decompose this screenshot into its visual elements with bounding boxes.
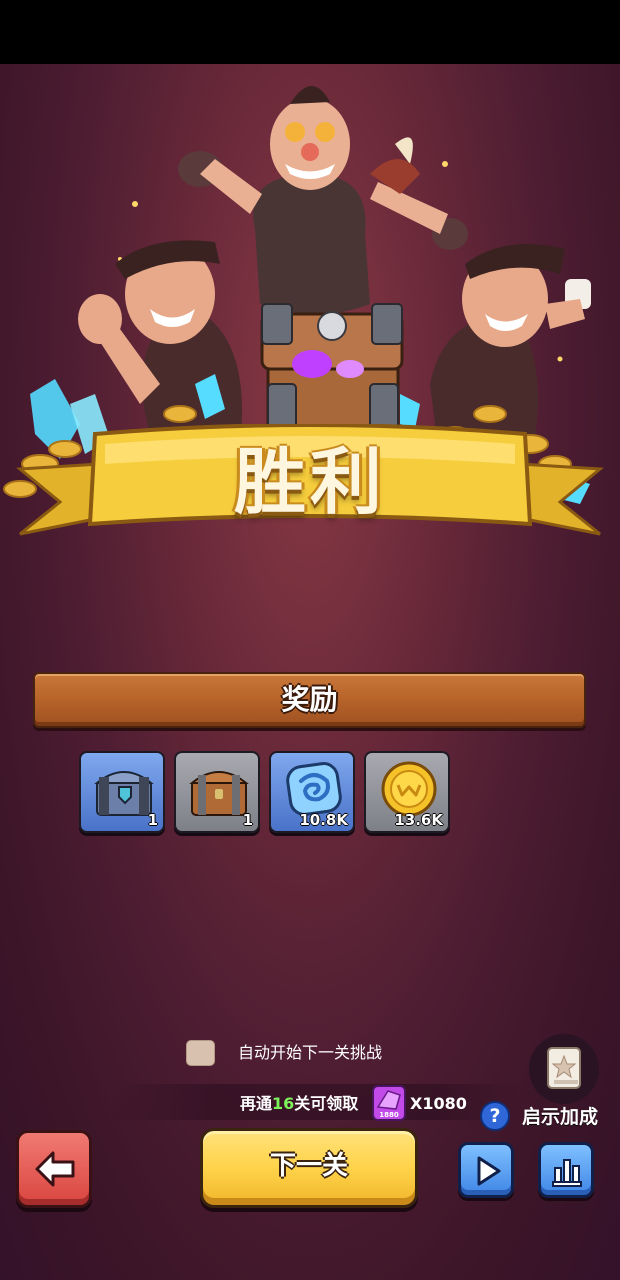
reward-item-wooden-chest[interactable]: 1 xyxy=(174,751,260,833)
progress-reward-text: 再通16关可领取 xyxy=(240,1091,358,1117)
replay-button[interactable] xyxy=(458,1142,514,1198)
stats-button[interactable] xyxy=(538,1142,594,1198)
help-icon[interactable]: ? xyxy=(480,1101,510,1131)
next-level-button[interactable]: 下一关 xyxy=(200,1128,418,1208)
treasure-chest xyxy=(260,303,404,436)
caveman-left xyxy=(78,240,242,444)
reward-list: 1 1 10.8K 13.6K xyxy=(79,751,459,833)
victory-screen: 胜利 奖励 1 1 10.8K 13.6K 自动开始下一关挑战 再通16关可领取… xyxy=(0,64,620,1280)
reward-count: 1 xyxy=(242,811,253,829)
reward-item-iron-chest[interactable]: 1 xyxy=(79,751,165,833)
victory-title: 胜利 xyxy=(233,440,386,524)
auto-start-checkbox[interactable] xyxy=(186,1040,215,1066)
boost-button[interactable] xyxy=(529,1034,599,1104)
rewards-header: 奖励 xyxy=(33,672,586,728)
status-bar xyxy=(0,0,620,64)
reward-item-stone-rune[interactable]: 10.8K xyxy=(269,751,355,833)
caveman-center xyxy=(178,85,468,314)
reward-count: 13.6K xyxy=(394,811,443,829)
back-button[interactable] xyxy=(16,1130,92,1208)
play-icon xyxy=(477,1156,501,1186)
auto-start-label: 自动开始下一关挑战 xyxy=(238,1043,383,1062)
progress-prefix: 再通 xyxy=(240,1094,273,1113)
reward-count: 1 xyxy=(147,811,158,829)
auto-start-row[interactable]: 自动开始下一关挑战 xyxy=(186,1039,506,1067)
purple-gem-icon: 1880 xyxy=(372,1085,406,1121)
reward-count: 10.8K xyxy=(299,811,348,829)
boost-label[interactable]: 启示加成 xyxy=(522,1103,598,1131)
reward-item-gold-coin[interactable]: 13.6K xyxy=(364,751,450,833)
bar-chart-icon xyxy=(552,1159,582,1187)
scroll-icon xyxy=(547,1047,581,1089)
gem-label: 1880 xyxy=(379,1111,399,1119)
next-level-label: 下一关 xyxy=(269,1151,348,1181)
gem-multiplier: X1080 xyxy=(410,1094,467,1113)
arrow-left-icon xyxy=(35,1151,75,1187)
progress-suffix: 关可领取 xyxy=(294,1094,359,1113)
rewards-header-label: 奖励 xyxy=(281,683,338,716)
progress-levels: 16 xyxy=(272,1094,295,1113)
